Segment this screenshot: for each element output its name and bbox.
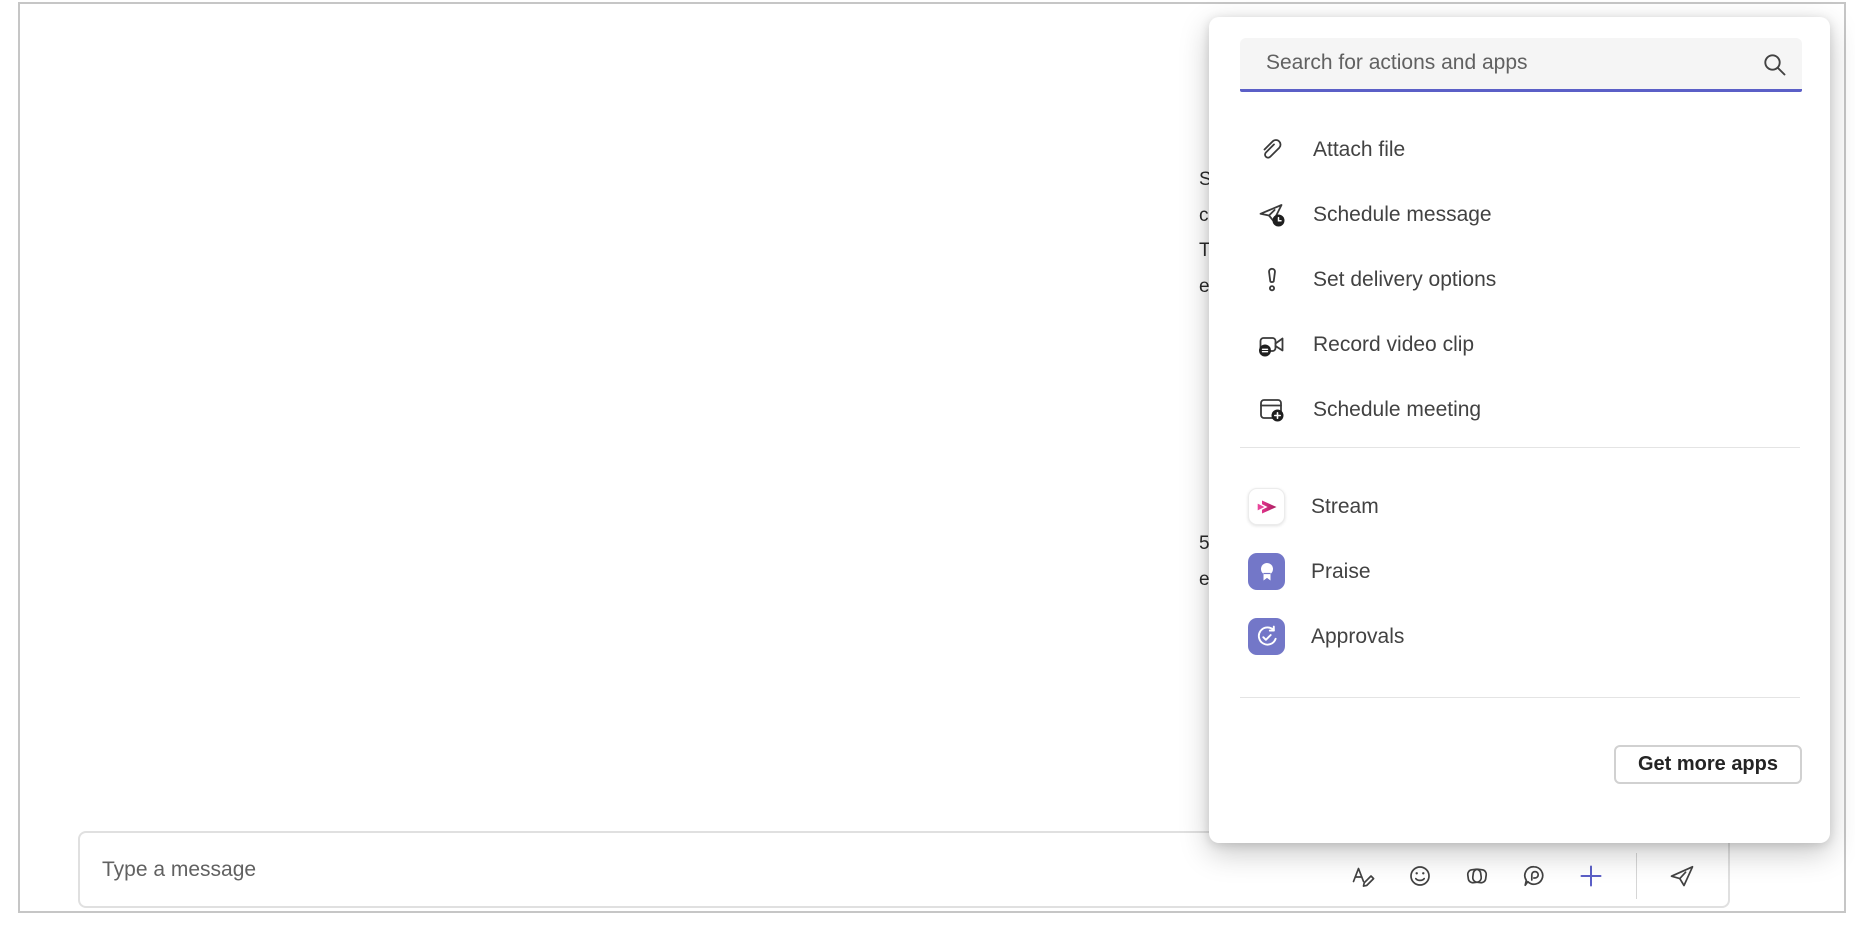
loop-icon (1463, 862, 1491, 890)
emoji-button[interactable] (1405, 861, 1435, 891)
set-delivery-options-icon (1256, 264, 1288, 296)
app-item-label: Approvals (1311, 625, 1404, 649)
message-input[interactable] (102, 833, 1002, 906)
approvals-app-icon (1248, 618, 1285, 655)
emoji-icon (1406, 862, 1434, 890)
popup-actions-list: Attach file Schedule messag (1209, 117, 1830, 442)
stream-app-icon (1248, 488, 1285, 525)
compose-toolbar (1348, 833, 1697, 906)
menu-item-label: Schedule meeting (1313, 398, 1481, 422)
plus-icon (1577, 862, 1605, 890)
send-button[interactable] (1667, 861, 1697, 891)
menu-item-label: Record video clip (1313, 333, 1474, 357)
menu-item-record-video-clip[interactable]: Record video clip (1209, 312, 1830, 377)
chat-bubble-button[interactable] (1519, 861, 1549, 891)
popup-divider (1240, 697, 1800, 698)
app-item-label: Stream (1311, 495, 1379, 519)
teams-window: S c T e 5 e (0, 0, 1855, 934)
add-actions-button[interactable] (1576, 861, 1606, 891)
menu-item-schedule-message[interactable]: Schedule message (1209, 182, 1830, 247)
menu-item-label: Schedule message (1313, 203, 1492, 227)
menu-item-label: Set delivery options (1313, 268, 1496, 292)
app-item-stream[interactable]: Stream (1209, 474, 1830, 539)
format-button[interactable] (1348, 861, 1378, 891)
menu-item-schedule-meeting[interactable]: Schedule meeting (1209, 377, 1830, 442)
search-icon[interactable] (1761, 51, 1788, 78)
get-more-apps-button[interactable]: Get more apps (1614, 745, 1802, 784)
popup-divider (1240, 447, 1800, 448)
menu-item-label: Attach file (1313, 138, 1405, 162)
loop-components-button[interactable] (1462, 861, 1492, 891)
send-icon (1667, 861, 1697, 891)
schedule-message-icon (1256, 199, 1288, 231)
toolbar-divider (1636, 853, 1637, 899)
menu-item-attach-file[interactable]: Attach file (1209, 117, 1830, 182)
app-item-label: Praise (1311, 560, 1371, 584)
popup-search-box[interactable] (1240, 38, 1802, 92)
actions-and-apps-popup: Attach file Schedule messag (1209, 17, 1830, 843)
record-video-clip-icon (1256, 329, 1288, 361)
app-item-praise[interactable]: Praise (1209, 539, 1830, 604)
app-item-approvals[interactable]: Approvals (1209, 604, 1830, 669)
popup-apps-list: Stream Praise (1209, 474, 1830, 669)
chat-bubble-icon (1520, 862, 1548, 890)
attach-file-icon (1256, 134, 1288, 166)
format-icon (1349, 862, 1377, 890)
menu-item-set-delivery-options[interactable]: Set delivery options (1209, 247, 1830, 312)
search-input[interactable] (1266, 38, 1726, 88)
praise-app-icon (1248, 553, 1285, 590)
schedule-meeting-icon (1256, 394, 1288, 426)
